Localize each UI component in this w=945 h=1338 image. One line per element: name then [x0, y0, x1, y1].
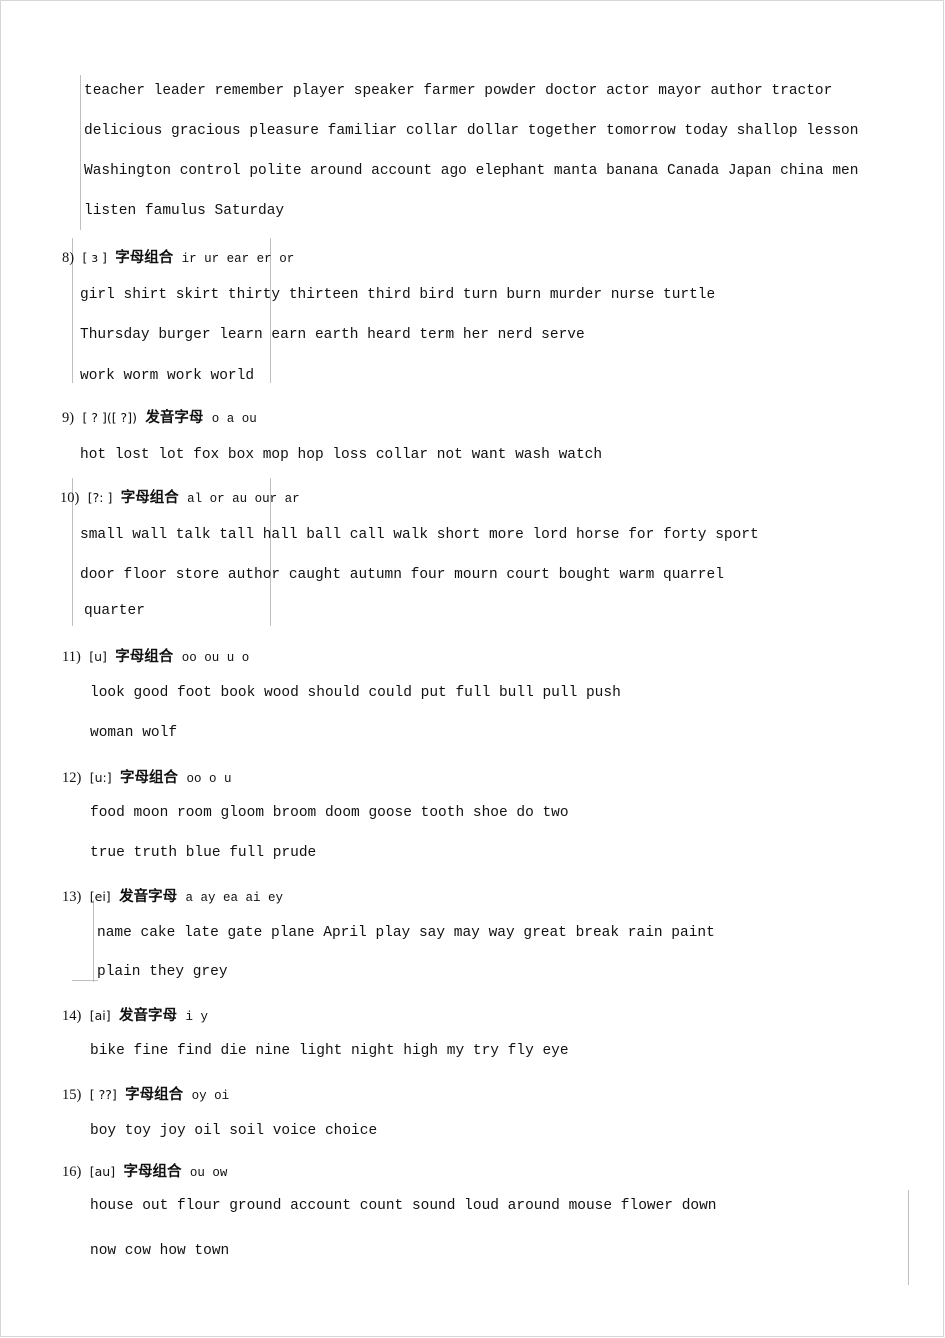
word-line: food moon room gloom broom doom goose to…	[90, 805, 569, 821]
word-line: true truth blue full prude	[90, 845, 317, 861]
table-rule-right-1	[908, 1190, 909, 1285]
section-number: 14)	[62, 1008, 82, 1024]
section-header-10: 10) [?: ] 字母组合 al or au our ar	[60, 486, 300, 507]
phonetic-symbol: [ ??]	[89, 1087, 117, 1102]
word-line: bike fine find die nine light night high…	[90, 1043, 569, 1059]
section-label-cn: 字母组合	[125, 1087, 184, 1103]
letter-combinations: ir ur ear er or	[181, 252, 295, 266]
section-number: 9)	[62, 410, 75, 426]
word-line: Washington control polite around account…	[84, 163, 859, 179]
letter-combinations: oy oi	[191, 1089, 230, 1103]
letter-combinations: a ay ea ai ey	[185, 891, 284, 905]
section-header-12: 12) [u:] 字母组合 oo o u	[62, 766, 231, 787]
word-line: now cow how town	[90, 1243, 230, 1259]
section-label-cn: 发音字母	[145, 410, 204, 426]
word-line: work worm work world	[80, 368, 255, 384]
phonetic-symbol: [ ɜ ]	[82, 250, 107, 265]
letter-combinations: i y	[185, 1010, 208, 1024]
word-line: name cake late gate plane April play say…	[97, 925, 715, 941]
word-line: girl shirt skirt thirty thirteen third b…	[80, 287, 716, 303]
section-label-cn: 字母组合	[120, 490, 179, 506]
letter-combinations: o a ou	[211, 412, 257, 426]
section-header-13: 13) [ei] 发音字母 a ay ea ai ey	[62, 885, 283, 906]
word-line: Thursday burger learn earn earth heard t…	[80, 327, 585, 343]
section-label-cn: 字母组合	[123, 1164, 182, 1180]
section-number: 8)	[62, 250, 75, 266]
section-header-15: 15) [ ??] 字母组合 oy oi	[62, 1083, 229, 1104]
word-line: house out flour ground account count sou…	[90, 1198, 717, 1214]
letter-combinations: oo o u	[186, 772, 232, 786]
section-number: 11)	[62, 649, 81, 665]
section-header-8: 8) [ ɜ ] 字母组合 ir ur ear er or	[62, 246, 294, 267]
section-number: 16)	[62, 1164, 82, 1180]
word-line: woman wolf	[90, 725, 178, 741]
table-rule-left-4	[93, 900, 94, 982]
word-line: small wall talk tall hall ball call walk…	[80, 527, 759, 543]
section-label-cn: 发音字母	[119, 1008, 178, 1024]
section-label-cn: 发音字母	[119, 889, 178, 905]
letter-combinations: ou ow	[189, 1166, 228, 1180]
word-line: quarter	[84, 603, 145, 619]
letter-combinations: al or au our ar	[187, 492, 300, 506]
section-label-cn: 字母组合	[115, 649, 174, 665]
word-line: look good foot book wood should could pu…	[90, 685, 621, 701]
phonetic-symbol: [ai]	[89, 1008, 111, 1023]
section-header-11: 11) [u] 字母组合 oo ou u o	[62, 645, 249, 666]
phonetic-symbol: [u]	[89, 649, 107, 664]
document-page: teacher leader remember player speaker f…	[0, 0, 945, 1338]
word-line: boy toy joy oil soil voice choice	[90, 1123, 378, 1139]
section-header-14: 14) [ai] 发音字母 i y	[62, 1004, 208, 1025]
word-line: teacher leader remember player speaker f…	[84, 83, 833, 99]
phonetic-symbol: [au]	[89, 1164, 116, 1179]
phonetic-symbol: [u:]	[89, 770, 112, 785]
table-rule-left-1	[80, 75, 81, 230]
letter-combinations: oo ou u o	[181, 651, 250, 665]
word-line: listen famulus Saturday	[84, 203, 285, 219]
section-label-cn: 字母组合	[115, 250, 174, 266]
section-number: 12)	[62, 770, 82, 786]
section-number: 13)	[62, 889, 82, 905]
phonetic-symbol: [?: ]	[87, 490, 113, 505]
phonetic-symbol: [ei]	[89, 889, 111, 904]
word-line: hot lost lot fox box mop hop loss collar…	[80, 447, 603, 463]
section-number: 10)	[60, 490, 80, 506]
section-label-cn: 字母组合	[120, 770, 179, 786]
section-header-9: 9) [ ? ]([ ?]) 发音字母 o a ou	[62, 406, 257, 427]
phonetic-symbol: [ ? ]([ ?])	[82, 410, 137, 425]
word-line: plain they grey	[97, 964, 228, 980]
section-header-16: 16) [au] 字母组合 ou ow	[62, 1160, 227, 1181]
section-number: 15)	[62, 1087, 82, 1103]
word-line: door floor store author caught autumn fo…	[80, 567, 724, 583]
table-rule-bottom-1	[72, 980, 98, 981]
word-line: delicious gracious pleasure familiar col…	[84, 123, 859, 139]
